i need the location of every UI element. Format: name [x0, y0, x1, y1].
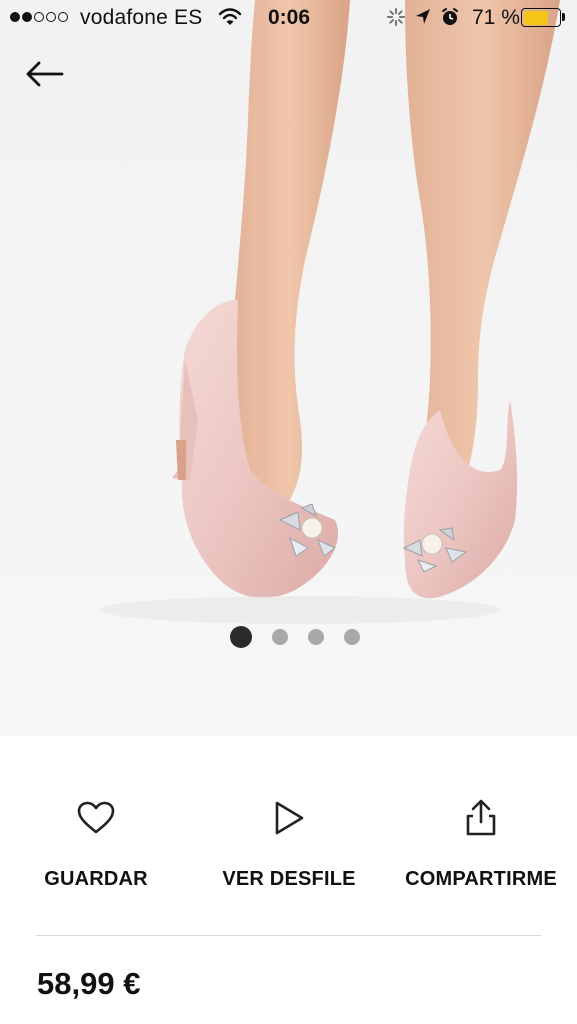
play-icon — [275, 801, 304, 835]
alarm-clock-icon — [440, 7, 460, 33]
battery-icon — [521, 8, 561, 27]
product-image-gallery[interactable] — [0, 0, 577, 736]
signal-dot — [22, 12, 32, 22]
location-arrow-icon — [414, 7, 432, 33]
save-button[interactable]: GUARDAR — [0, 796, 196, 891]
product-actions: GUARDAR VER DESFILE COMPARTIRME — [0, 736, 577, 936]
watch-runway-label: VER DESFILE — [222, 868, 356, 890]
clock: 0:06 — [268, 6, 311, 29]
section-divider — [36, 935, 541, 936]
heart-icon — [77, 801, 115, 834]
signal-dot — [34, 12, 44, 22]
status-bar: vodafone ES 0:06 71 % — [0, 0, 577, 38]
signal-dot — [46, 12, 56, 22]
signal-dot — [58, 12, 68, 22]
signal-strength-icon — [10, 12, 68, 22]
share-button[interactable]: COMPARTIRME — [381, 796, 577, 891]
battery-tip — [562, 13, 565, 21]
arrow-left-icon — [26, 61, 64, 87]
product-price: 58,99 € — [37, 966, 141, 1001]
battery-percentage: 71 % — [472, 6, 520, 29]
pager-dot-active[interactable] — [229, 626, 252, 648]
carrier-name: vodafone ES — [80, 6, 203, 29]
pager-dot[interactable] — [307, 629, 324, 645]
back-button[interactable] — [22, 56, 66, 92]
wifi-icon — [218, 6, 242, 34]
battery-level-fill — [523, 10, 549, 25]
share-label: COMPARTIRME — [405, 868, 557, 890]
pager-dot[interactable] — [343, 629, 360, 645]
signal-dot — [10, 12, 20, 22]
pager-dot[interactable] — [271, 629, 288, 645]
save-label: GUARDAR — [44, 868, 148, 890]
product-detail-screen: vodafone ES 0:06 71 % GUARDAR VER DESFIL… — [0, 0, 577, 1024]
image-pager[interactable] — [0, 626, 577, 648]
watch-runway-button[interactable]: VER DESFILE — [189, 796, 389, 891]
share-icon — [466, 799, 496, 836]
activity-spinner-icon — [386, 7, 406, 33]
